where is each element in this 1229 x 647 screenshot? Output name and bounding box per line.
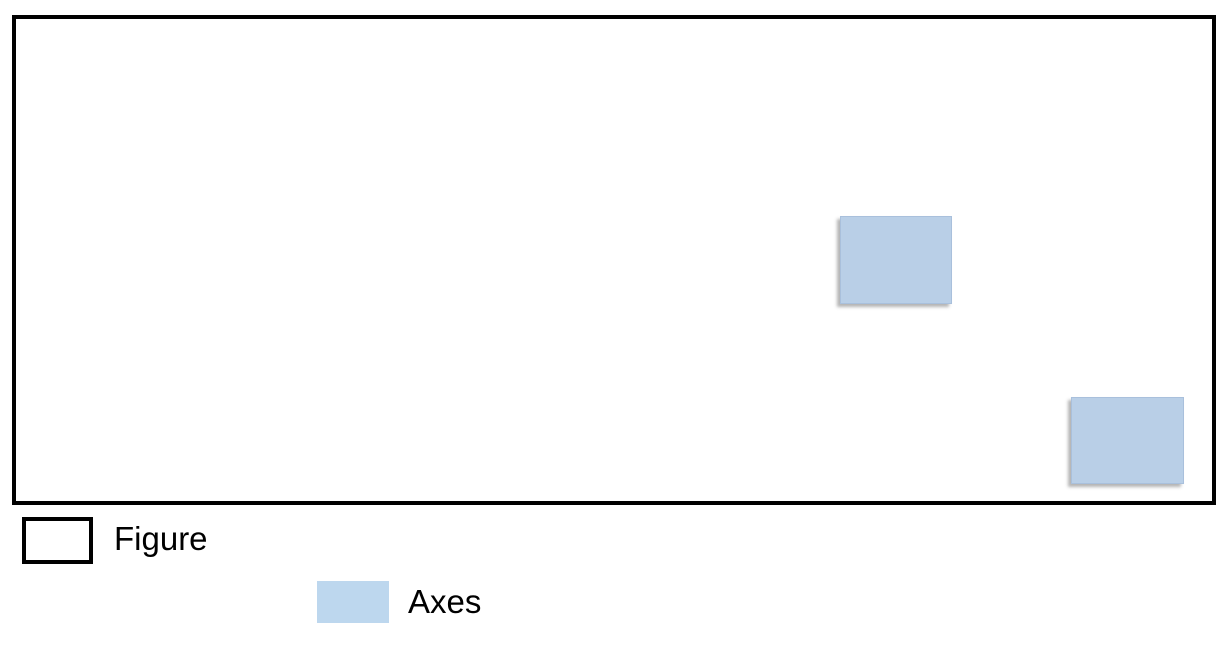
legend-axes-label: Axes bbox=[408, 583, 482, 620]
legend-axes-swatch bbox=[317, 581, 389, 623]
axes-box-2 bbox=[1071, 397, 1184, 484]
legend-figure-label: Figure bbox=[114, 520, 208, 557]
axes-box-1 bbox=[840, 216, 952, 304]
legend-figure-swatch bbox=[22, 517, 93, 564]
figure-frame bbox=[12, 15, 1216, 505]
